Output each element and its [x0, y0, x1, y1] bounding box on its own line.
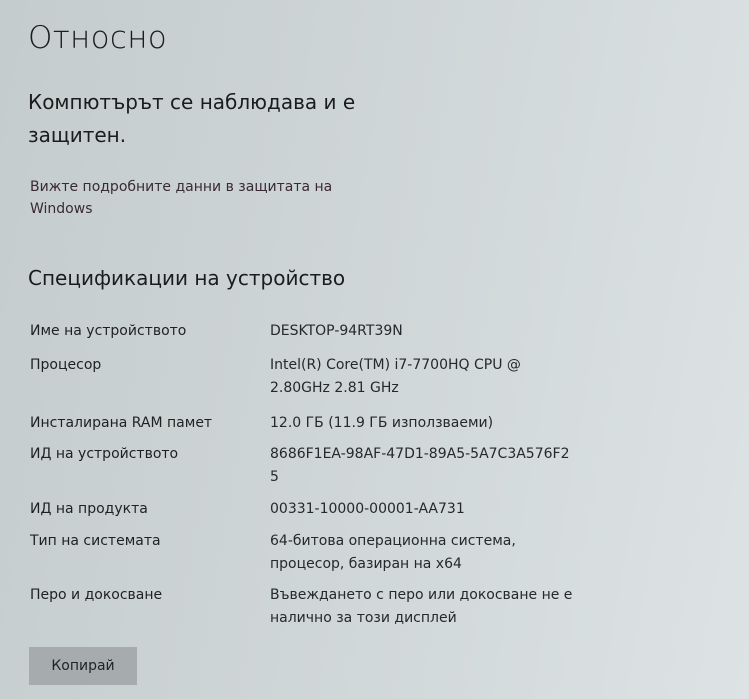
spec-row-processor: Процесор Intel(R) Core(TM) i7-7700HQ CPU… [30, 354, 730, 400]
spec-value: 64-битова операционна система, процесор,… [270, 533, 516, 572]
spec-label: Инсталирана RAM памет [30, 415, 213, 431]
spec-value: 00331-10000-00001-AA731 [270, 501, 465, 517]
spec-value: 8686F1EA-98AF-47D1-89A5-5A7C3A576F25 [270, 446, 570, 485]
about-page: Относно Компютърът се наблюдава и е защи… [0, 0, 749, 699]
spec-row-installed-ram: Инсталирана RAM памет 12.0 ГБ (11.9 ГБ и… [30, 412, 730, 435]
spec-label: ИД на продукта [30, 501, 148, 517]
page-title: Относно [28, 20, 168, 56]
spec-label: Тип на системата [30, 533, 161, 549]
spec-label: Име на устройството [30, 323, 187, 339]
spec-value: Intel(R) Core(TM) i7-7700HQ CPU @ 2.80GH… [270, 357, 521, 396]
spec-label: ИД на устройството [30, 446, 179, 462]
spec-label: Перо и докосване [30, 587, 163, 603]
spec-value: 12.0 ГБ (11.9 ГБ използваеми) [270, 415, 494, 431]
spec-row-product-id: ИД на продукта 00331-10000-00001-AA731 [30, 498, 730, 521]
spec-value: DESKTOP-94RT39N [270, 323, 403, 339]
spec-row-pen-and-touch: Перо и докосване Въвеждането с перо или … [30, 584, 730, 630]
copy-button[interactable]: Копирай [29, 647, 137, 685]
spec-row-system-type: Тип на системата 64-битова операционна с… [30, 530, 730, 576]
spec-row-device-name: Име на устройството DESKTOP-94RT39N [30, 320, 730, 343]
device-specs-heading: Спецификации на устройство [28, 266, 346, 290]
spec-value: Въвеждането с перо или докосване не е на… [270, 587, 573, 626]
spec-row-device-id: ИД на устройството 8686F1EA-98AF-47D1-89… [30, 443, 730, 489]
protection-status-heading: Компютърът се наблюдава и е защитен. [28, 90, 356, 147]
windows-security-link[interactable]: Вижте подробните данни в защитата на Win… [30, 176, 390, 220]
spec-label: Процесор [30, 357, 102, 373]
